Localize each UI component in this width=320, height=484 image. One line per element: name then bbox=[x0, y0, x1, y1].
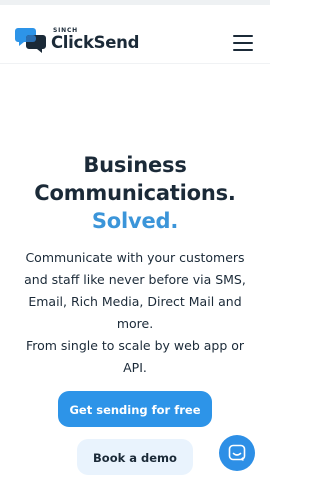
headline-line-2: Communications. bbox=[34, 181, 236, 205]
book-demo-button[interactable]: Book a demo bbox=[77, 439, 193, 475]
chat-icon bbox=[228, 444, 246, 461]
hamburger-menu-icon[interactable] bbox=[231, 33, 255, 53]
chat-bubbles-logo-icon bbox=[15, 28, 46, 53]
headline-line-3-accent: Solved. bbox=[91, 209, 179, 233]
get-sending-button[interactable]: Get sending for free bbox=[58, 391, 212, 427]
site-header: SINCH ClickSend bbox=[0, 5, 270, 64]
hero-headline: Business Communications. Solved. bbox=[0, 151, 270, 235]
chat-launcher-button[interactable] bbox=[219, 435, 255, 471]
hero-subtext: From single to scale by web app or API. bbox=[25, 338, 245, 375]
logo-brand-name: ClickSend bbox=[51, 33, 140, 52]
clicksend-logo[interactable]: SINCH ClickSend bbox=[15, 27, 145, 55]
headline-line-1: Business bbox=[83, 153, 187, 177]
hero-description: Communicate with your customers and staf… bbox=[24, 250, 246, 331]
